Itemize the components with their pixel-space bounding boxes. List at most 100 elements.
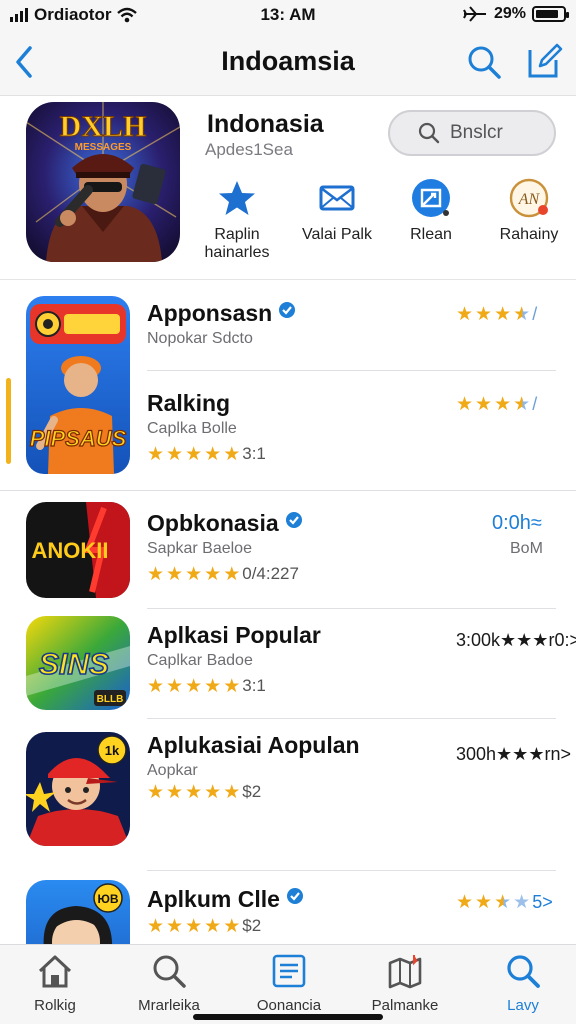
rating-row: ★ ★ ★ ★ ★ 3:1	[147, 675, 266, 697]
tab-explore[interactable]: Mrarleika	[114, 953, 224, 1014]
app-icon-group1[interactable]: PIPSAUS	[26, 296, 130, 474]
rating-suffix: 5>	[532, 892, 553, 912]
row-divider	[147, 608, 556, 609]
app-title[interactable]: Ralking	[147, 390, 230, 417]
rating-suffix: /	[532, 394, 538, 414]
svg-text:PIPSAUS: PIPSAUS	[30, 426, 127, 451]
svg-text:ЮВ: ЮВ	[97, 892, 118, 906]
search-icon[interactable]	[466, 44, 502, 80]
tab-label: Mrarleika	[138, 997, 200, 1014]
app-title[interactable]: Aplkasi Popular	[147, 622, 321, 649]
action-app[interactable]: Rlean	[386, 178, 476, 244]
search-field[interactable]: Bnslcr	[388, 110, 556, 156]
svg-text:BLLB: BLLB	[97, 694, 124, 705]
blue-app-icon	[412, 179, 450, 217]
sins-artwork: SINS BLLB	[26, 616, 130, 710]
action-ratings[interactable]: Raplin hainarles	[192, 178, 282, 262]
featured-app-icon[interactable]: DXLH MESSAGES	[26, 102, 180, 262]
rating-row: ★ ★ ★ ★ ★ 0/4:227	[147, 563, 299, 585]
action-label: Raplin hainarles	[204, 226, 270, 261]
action-mail[interactable]: Valai Palk	[292, 178, 382, 244]
battery-fill	[536, 10, 559, 18]
rating-count: $2	[242, 782, 262, 801]
search-icon	[507, 955, 540, 988]
rating-stars-right: ★ ★ ★ ★ /	[456, 304, 537, 325]
tab-home[interactable]: Rolkig	[0, 953, 110, 1014]
search-icon	[418, 122, 440, 144]
tab-label: Lavy	[507, 997, 539, 1014]
rating-row: ★ ★ ★ ★ ★ $2	[147, 915, 262, 937]
status-bar: Ordiaotor 13: AM 29%	[0, 0, 576, 30]
rating-row: ★ ★ ★ ★ ★ 3:1	[147, 443, 266, 465]
app-icon-girl[interactable]: ЮВ	[26, 880, 130, 944]
rating-count: 3:1	[242, 444, 266, 463]
rating-row: ★ ★ ★ ★ ★ $2	[147, 781, 262, 803]
app-icon-sins[interactable]: SINS BLLB	[26, 616, 130, 710]
map-icon	[388, 955, 422, 989]
app-subtitle: Caplkar Badoe	[147, 652, 253, 669]
star-icon: ★	[494, 304, 512, 325]
compose-icon[interactable]	[526, 42, 564, 80]
rating-suffix: /	[532, 304, 538, 324]
girl-character-artwork: ЮВ	[26, 880, 130, 944]
rating-stars-right: ★ ★ ★ ★ /	[456, 394, 538, 415]
star-icon: ★	[456, 304, 474, 325]
price-label[interactable]: 300h★★★rn>	[456, 744, 571, 765]
svg-text:1k: 1k	[105, 743, 120, 758]
navigation-bar: Indoamsia	[0, 30, 576, 96]
battery-percent: 29%	[493, 5, 526, 22]
size-label: BoM	[510, 540, 543, 557]
ani-badge-icon: AN	[509, 178, 549, 218]
search-icon	[153, 955, 186, 988]
star-icon	[219, 181, 255, 215]
hero-artwork: DXLH MESSAGES	[26, 102, 180, 262]
star-icon: ★	[475, 304, 493, 325]
app-subtitle: Caplka Bolle	[147, 420, 237, 437]
app-title[interactable]: Opbkonasia	[147, 510, 303, 537]
app-title[interactable]: Aplkum Clle	[147, 886, 304, 913]
header-subtitle: Apdes1Sea	[205, 140, 293, 159]
tab-categories[interactable]: Oonancia	[234, 953, 344, 1014]
pirate-game-artwork: PIPSAUS	[26, 296, 130, 474]
row-divider	[147, 370, 556, 371]
rating-count: $2	[242, 916, 262, 935]
status-right: 29%	[462, 5, 569, 23]
tab-label: Palmanke	[371, 997, 439, 1014]
action-ranking[interactable]: AN Rahainy	[484, 178, 574, 244]
search-placeholder: Bnslcr	[450, 122, 503, 143]
app-icon-anokii[interactable]: ANOKII	[26, 502, 130, 598]
row-divider	[147, 718, 556, 719]
rating-count: 0/4:227	[242, 564, 299, 583]
hero-title-text: DXLH	[60, 110, 147, 143]
action-label: Rahainy	[499, 226, 559, 243]
anokii-artwork: ANOKII	[26, 502, 130, 598]
svg-text:ANOKII: ANOKII	[32, 538, 109, 563]
verified-badge-icon	[285, 512, 302, 528]
rating-stars-right: ★ ★ ★ ★ 5>	[456, 892, 553, 913]
list-icon	[272, 954, 306, 988]
header-title: Indonasia	[207, 110, 324, 138]
action-label: Rlean	[410, 226, 452, 243]
price-label[interactable]: 3:00k★★★r0:>	[456, 630, 576, 651]
app-icon-redcap[interactable]: 1k	[26, 732, 130, 846]
app-subtitle: Sapkar Baeloe	[147, 540, 252, 557]
app-list: PIPSAUS Apponsasn Nopokar Sdcto ★ ★ ★ ★ / Ra…	[0, 280, 576, 944]
app-subtitle: Aopkar	[147, 762, 198, 779]
tab-bar: Rolkig Mrarleika Oonancia Palmanke Lavy	[0, 944, 576, 1024]
home-icon	[38, 955, 72, 988]
tab-updates[interactable]: Palmanke	[350, 953, 460, 1014]
app-title[interactable]: Aplukasiai Aopulan	[147, 732, 360, 759]
home-indicator[interactable]	[193, 1014, 383, 1020]
rating-count: 3:1	[242, 676, 266, 695]
verified-badge-icon	[286, 888, 303, 904]
tab-label: Oonancia	[256, 997, 322, 1014]
tab-label: Rolkig	[34, 997, 76, 1014]
price-label[interactable]: 0:0h≈	[492, 512, 542, 535]
tab-search[interactable]: Lavy	[468, 953, 576, 1014]
hero-subtitle-text: MESSAGES	[75, 142, 132, 153]
featured-header: DXLH MESSAGES Indonasia Apdes1Sea Bnslcr…	[0, 96, 576, 280]
action-label: Valai Palk	[302, 226, 372, 243]
selection-indicator	[6, 378, 11, 464]
app-title[interactable]: Apponsasn	[147, 300, 296, 327]
app-subtitle: Nopokar Sdcto	[147, 330, 253, 347]
